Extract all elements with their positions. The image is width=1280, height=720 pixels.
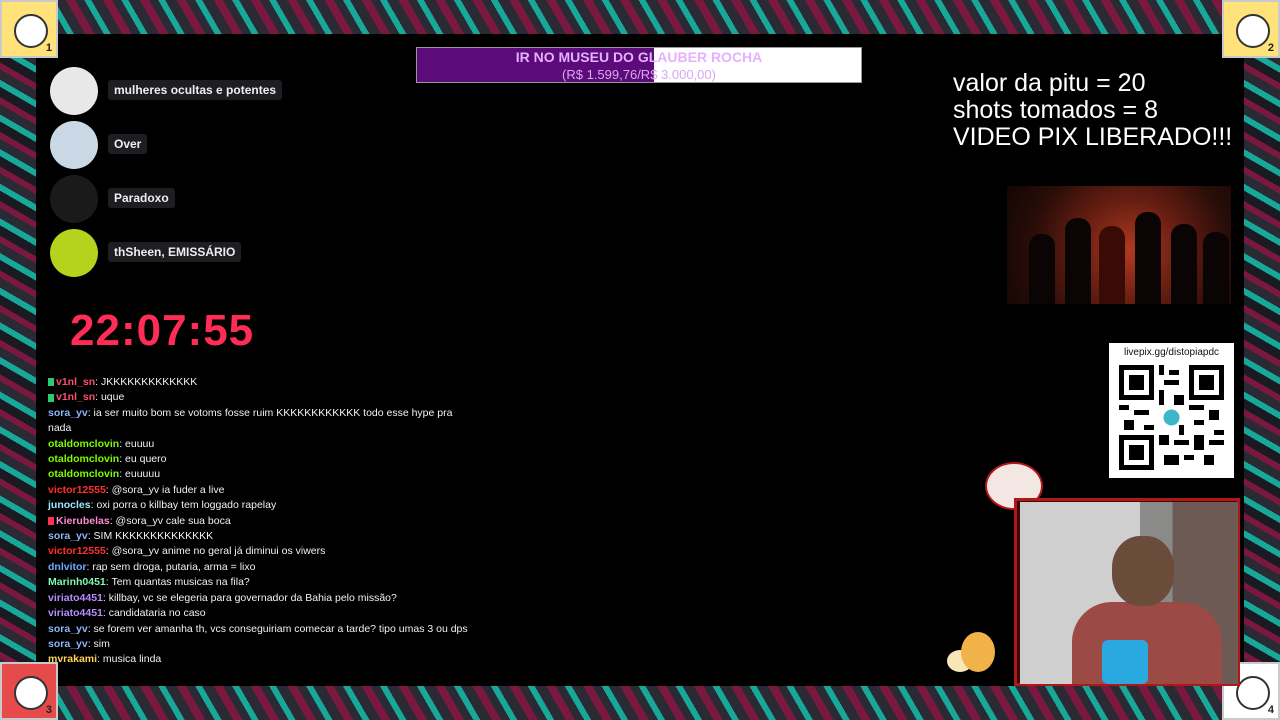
pattern-border-bottom: [0, 686, 1280, 720]
livepix-qr-panel[interactable]: livepix.gg/distopiapdc: [1109, 343, 1234, 478]
chat-username[interactable]: viriato4451: [48, 607, 103, 619]
chat-text: @sora_yv anime no geral já diminui os vi…: [111, 545, 326, 558]
avatar: [50, 229, 98, 277]
chat-username[interactable]: sora_yv: [48, 638, 88, 650]
chat-username[interactable]: otaldomclovin: [48, 453, 119, 465]
pattern-border-top: [0, 0, 1280, 34]
chat-badge-icon: [48, 393, 54, 402]
stat-pitu: valor da pitu = 20: [953, 69, 1146, 97]
stat-shots: shots tomados = 8: [953, 96, 1158, 124]
chat-message: v1nl_sn: JKKKKKKKKKKKKK: [48, 375, 468, 390]
chat-text: @sora_yv ia fuder a live: [111, 483, 225, 496]
chat-message: viriato4451: candidataria no caso: [48, 607, 206, 620]
goal-title: IR NO MUSEU DO GLAUBER ROCHA: [515, 49, 763, 65]
corner-number: 4: [1267, 704, 1274, 716]
chat-text: killbay, vc se elegeria para governador …: [108, 591, 397, 604]
chat-text: @sora_yv cale sua boca: [115, 514, 231, 527]
chat-username[interactable]: junocles: [48, 499, 91, 511]
chat-message: viriato4451: killbay, vc se elegeria par…: [48, 591, 397, 604]
chat-text: musica linda: [102, 653, 162, 666]
chat-message: otaldomclovin: euuuuu: [48, 468, 161, 481]
pattern-border-right: [1244, 34, 1280, 686]
chat-message: sora_yv: se forem ver amanha th, vcs con…: [48, 622, 468, 635]
chat-text: Tem quantas musicas na fila?: [111, 576, 250, 589]
donation-goal-bar: IR NO MUSEU DO GLAUBER ROCHA (R$ 1.599,7…: [416, 47, 862, 83]
voice-member-name: Over: [108, 134, 148, 154]
chat-username[interactable]: sora_yv: [48, 623, 88, 635]
chat-message: sora_yv: SIM KKKKKKKKKKKKKK: [48, 530, 214, 543]
chat-username[interactable]: v1nl_sn: [56, 376, 95, 388]
chat-username[interactable]: sora_yv: [48, 407, 88, 419]
avatar: [50, 67, 98, 115]
corner-number: 3: [45, 704, 52, 716]
angel-sticker-icon: [945, 620, 1005, 682]
video-thumbnail: [1007, 186, 1231, 304]
chat-text: uque: [100, 391, 125, 404]
chat-message: sora_yv: sim: [48, 637, 110, 650]
chat-text: euuuu: [125, 437, 155, 450]
chat-message: mvrakami: musica linda: [48, 653, 162, 666]
chat-text: oxi porra o killbay tem loggado rapelay: [96, 499, 277, 512]
chat-username[interactable]: sora_yv: [48, 530, 88, 542]
corner-number: 2: [1267, 42, 1274, 54]
chat-username[interactable]: victor12555: [48, 545, 106, 557]
stats-panel: valor da pitu = 20 shots tomados = 8 VID…: [953, 70, 1232, 151]
voice-member-name: thSheen, EMISSÁRIO: [108, 242, 242, 262]
chat-text: JKKKKKKKKKKKKK: [100, 376, 198, 388]
corner-number: 1: [45, 42, 52, 54]
chat-text: eu quero: [125, 453, 167, 466]
chat-message: dnlvitor: rap sem droga, putaria, arma =…: [48, 560, 256, 573]
chat-username[interactable]: dnlvitor: [48, 561, 87, 573]
goal-amount: (R$ 1.599,76/R$ 3.000,00): [562, 67, 716, 82]
pattern-border-left: [0, 34, 36, 686]
chat-username[interactable]: viriato4451: [48, 592, 103, 604]
chat-badge-icon: [48, 378, 54, 387]
corner-avatar-2: 2: [1222, 0, 1280, 58]
webcam-feed: [1020, 502, 1238, 684]
chat-username[interactable]: otaldomclovin: [48, 468, 119, 480]
chat-username[interactable]: otaldomclovin: [48, 438, 119, 450]
corner-avatar-1: 1: [0, 0, 58, 58]
qr-code-icon: [1119, 365, 1224, 470]
chat-text: rap sem droga, putaria, arma = lixo: [92, 560, 256, 573]
chat-message: otaldomclovin: eu quero: [48, 453, 167, 466]
chat-text: se forem ver amanha th, vcs conseguiriam…: [93, 622, 468, 635]
corner-avatar-3: 3: [0, 662, 58, 720]
chat-text: sim: [93, 637, 110, 650]
chat-badge-icon: [48, 516, 54, 525]
avatar: [50, 175, 98, 223]
chat-text: ia ser muito bom se votoms fosse ruim KK…: [48, 406, 453, 435]
voice-member-name: Paradoxo: [108, 188, 175, 208]
chat-message: junocles: oxi porra o killbay tem loggad…: [48, 499, 277, 512]
chat-message: sora_yv: ia ser muito bom se votoms foss…: [48, 406, 453, 435]
livepix-url: livepix.gg/distopiapdc: [1123, 347, 1220, 358]
chat-text: SIM KKKKKKKKKKKKKK: [93, 530, 214, 543]
stream-clock: 22:07:55: [70, 306, 255, 355]
chat-message: Marinh0451: Tem quantas musicas na fila?: [48, 576, 250, 589]
chat-message: Kierubelas: @sora_yv cale sua boca: [48, 514, 468, 529]
chat-text: candidataria no caso: [108, 607, 206, 620]
chat-text: euuuuu: [125, 468, 161, 481]
avatar: [50, 121, 98, 169]
chat-username[interactable]: victor12555: [48, 484, 106, 496]
chat-message: victor12555: @sora_yv anime no geral já …: [48, 545, 326, 558]
chat-username[interactable]: Kierubelas: [56, 515, 110, 527]
voice-member-name: mulheres ocultas e potentes: [108, 80, 283, 100]
chat-message: otaldomclovin: euuuu: [48, 437, 155, 450]
chat-log: v1nl_sn: JKKKKKKKKKKKKK v1nl_sn: uque sora…: [48, 375, 468, 668]
chat-username[interactable]: Marinh0451: [48, 576, 106, 588]
stat-video-pix: VIDEO PIX LIBERADO!!!: [953, 123, 1233, 151]
chat-username[interactable]: mvrakami: [48, 653, 97, 665]
chat-username[interactable]: v1nl_sn: [56, 391, 95, 403]
chat-message: victor12555: @sora_yv ia fuder a live: [48, 483, 225, 496]
chat-message: v1nl_sn: uque: [48, 390, 468, 405]
